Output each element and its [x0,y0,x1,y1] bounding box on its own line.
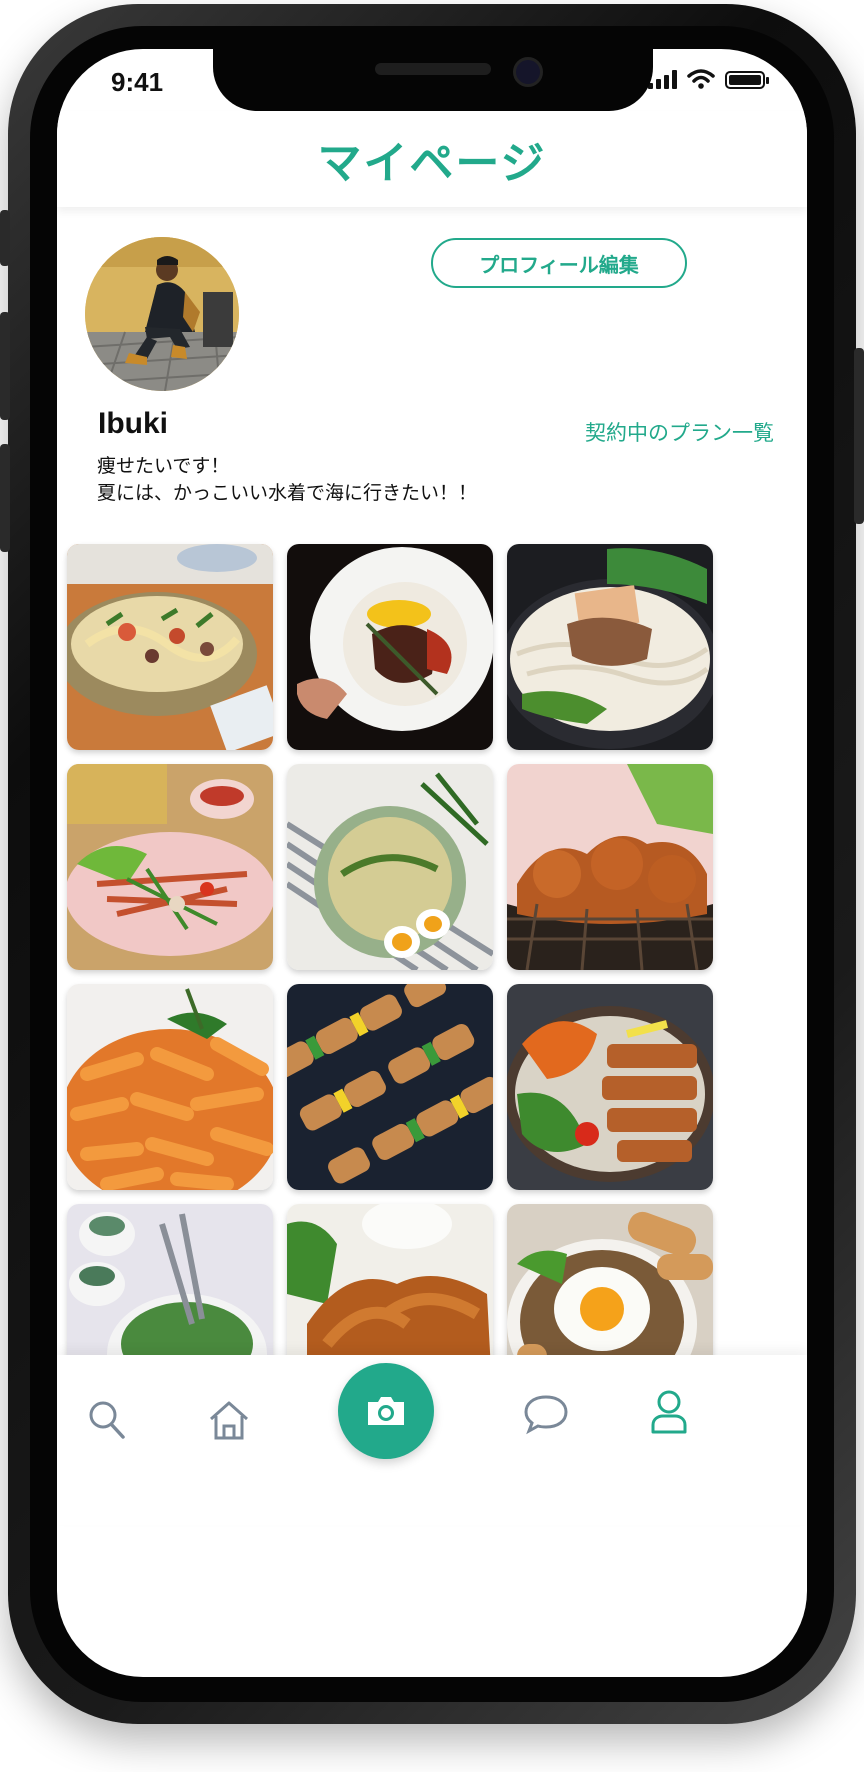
papaya-salad-photo [67,764,273,970]
post-photo-button[interactable] [338,1363,434,1459]
post-thumbnail[interactable] [67,544,273,750]
app-header: マイページ [57,111,807,207]
bio-line: 夏には、かっこいい水着で海に行きたい！！ [97,482,478,504]
page-title: マイページ [317,138,547,189]
quinoa-salad-egg-photo [287,764,493,970]
grilled-pork-salad-photo [507,984,713,1190]
post-thumbnail[interactable] [287,544,493,750]
nav-profile[interactable] [649,1389,689,1439]
nav-search[interactable] [87,1399,127,1445]
person-photo [85,237,239,391]
penne-pasta-photo [67,984,273,1190]
notch [213,49,653,111]
post-thumbnail[interactable] [507,764,713,970]
power-button [854,348,864,524]
search-icon [89,1401,125,1439]
volume-up-button [0,312,10,420]
beef-noodle-bowl-photo [507,544,713,750]
username: Ibuki [98,407,169,440]
post-thumbnail[interactable] [67,764,273,970]
chat-icon [524,1395,568,1435]
nav-chat[interactable] [523,1393,569,1439]
volume-down-button [0,444,10,552]
bio-line: 痩せたいです！ [97,455,230,477]
home-icon [210,1401,248,1440]
screen: マイページ 9:41 プロフィール編集 Ibuki 契約中のプラン一覧 痩せたい… [57,49,807,1677]
camera-icon [368,1397,404,1425]
nav-home[interactable] [207,1399,251,1445]
post-thumbnail[interactable] [287,764,493,970]
profile-bio: 痩せたいです！ 夏には、かっこいい水着で海に行きたい！！ [97,453,477,507]
fried-chicken-basket-photo [507,764,713,970]
earpiece-speaker [375,63,491,75]
battery-icon [725,71,769,89]
wifi-icon [687,69,715,89]
post-thumbnail[interactable] [67,984,273,1190]
edit-profile-button[interactable]: プロフィール編集 [431,238,687,288]
profile-icon [651,1390,687,1434]
post-thumbnail[interactable] [507,544,713,750]
status-time: 9:41 [111,67,164,97]
chicken-skewers-photo [287,984,493,1190]
steak-plate-photo [287,544,493,750]
post-thumbnail[interactable] [287,984,493,1190]
avatar[interactable] [85,237,239,391]
front-camera [513,57,543,87]
seafood-spaghetti-photo [67,544,273,750]
contracted-plans-link[interactable]: 契約中のプラン一覧 [585,417,774,447]
mute-switch [0,210,10,266]
post-thumbnail[interactable] [507,984,713,1190]
bottom-nav [57,1355,807,1525]
status-icons [648,69,769,89]
